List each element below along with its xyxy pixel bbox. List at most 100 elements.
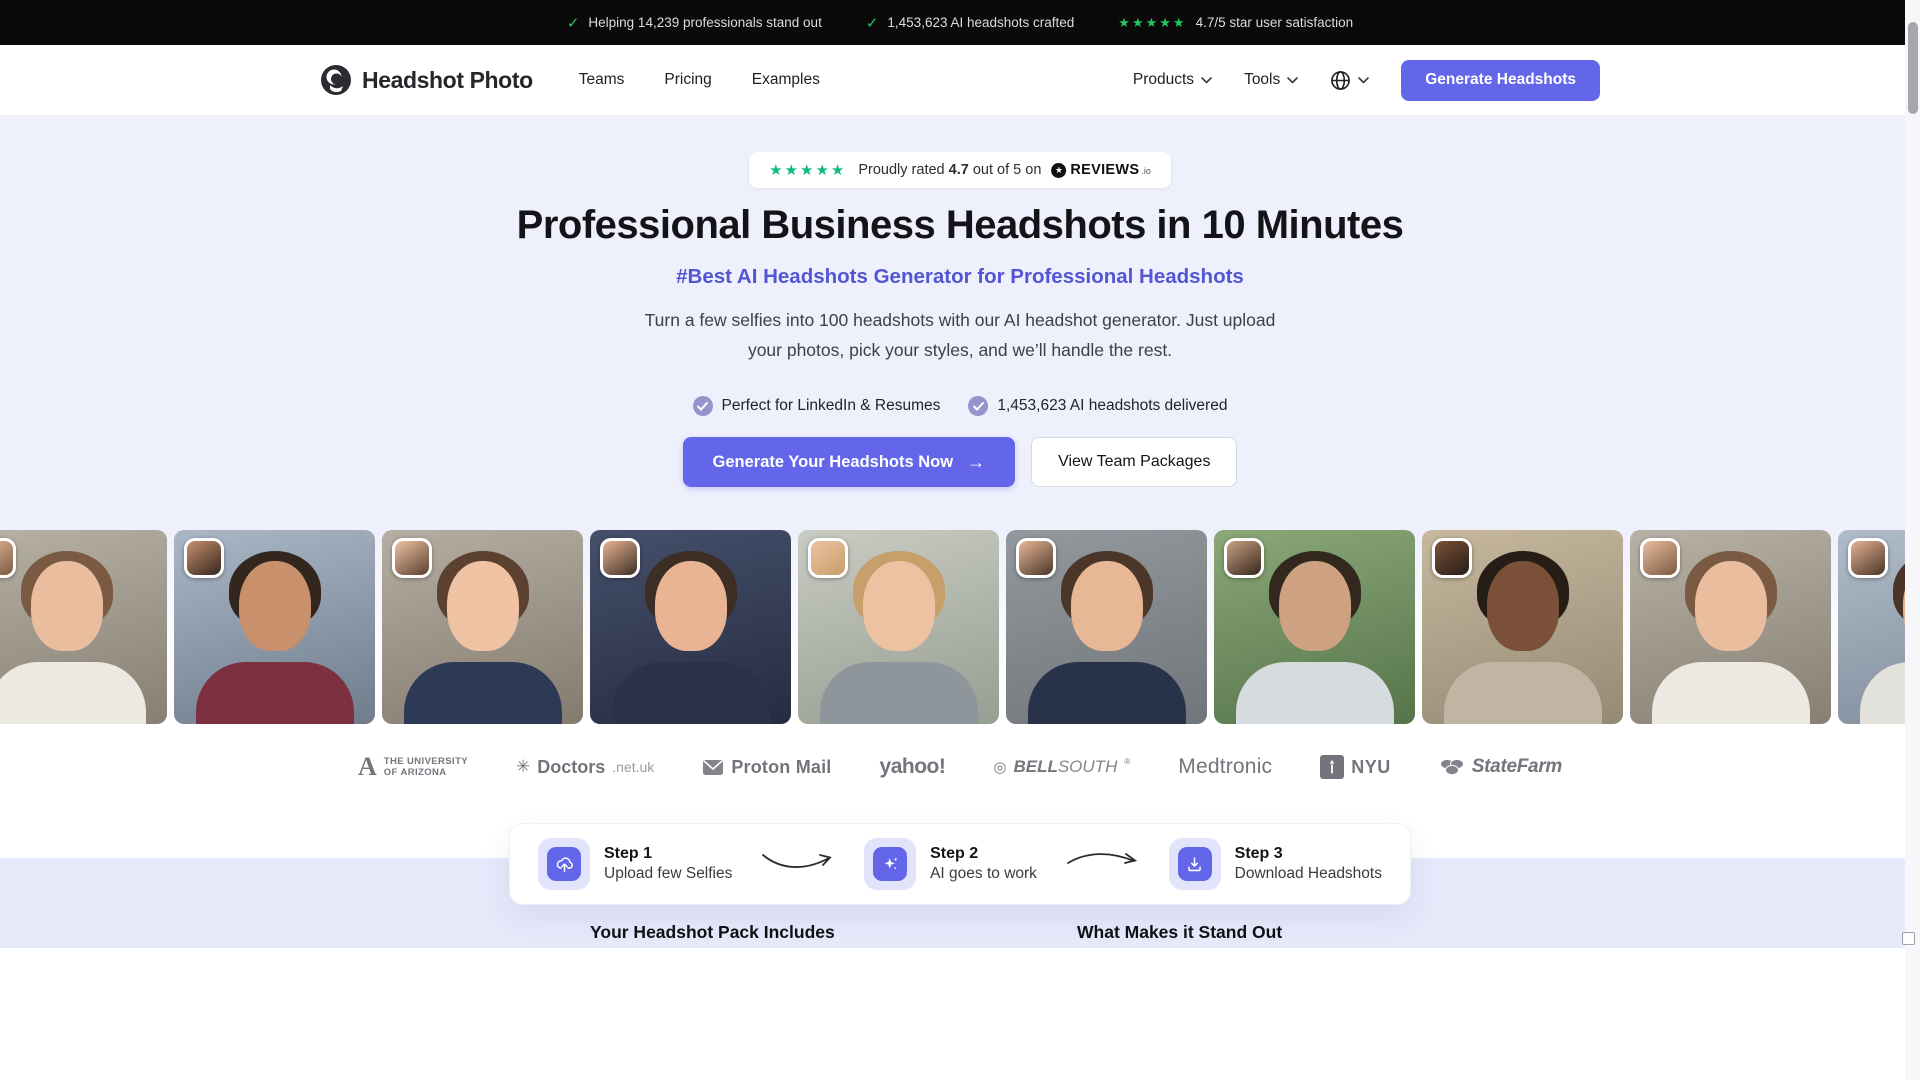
logo-bellsouth: ◎ BELLSOUTH ®: [993, 757, 1130, 777]
main-nav: Teams Pricing Examples: [579, 71, 820, 89]
face-shape: [31, 561, 103, 651]
envelope-icon: [702, 759, 724, 776]
bellsouth-circle-icon: ◎: [993, 758, 1006, 776]
nyu-torch-icon: [1320, 755, 1344, 779]
logo-nyu: NYU: [1320, 755, 1391, 779]
headshot-card: [174, 530, 375, 724]
menu-tools[interactable]: Tools: [1244, 71, 1298, 89]
upload-icon-frame: [538, 838, 590, 890]
face-shape: [1487, 561, 1559, 651]
face-shape: [447, 561, 519, 651]
section-heading-pack-includes: Your Headshot Pack Includes: [590, 922, 835, 943]
topbar-stat-professionals: ✓ Helping 14,239 professionals stand out: [567, 14, 822, 32]
face-shape: [1695, 561, 1767, 651]
language-selector[interactable]: [1330, 70, 1369, 91]
topbar-stat-text: 1,453,623 AI headshots crafted: [887, 15, 1074, 30]
headshot-photo: [0, 530, 167, 724]
below-fold-whitespace: [0, 948, 1920, 1080]
generate-headshots-button[interactable]: Generate Headshots: [1401, 60, 1600, 101]
step-3: Step 3 Download Headshots: [1169, 838, 1382, 890]
reviewsio-logo: ★ REVIEWS .io: [1051, 162, 1151, 178]
hero-subtitle: #Best AI Headshots Generator for Profess…: [0, 265, 1920, 289]
selfie-thumbnail: [808, 538, 848, 578]
step-1: Step 1 Upload few Selfies: [538, 838, 732, 890]
ai-icon-frame: [864, 838, 916, 890]
face-shape: [1279, 561, 1351, 651]
selfie-thumbnail: [1224, 538, 1264, 578]
shoulders-shape: [0, 662, 146, 724]
headshot-card: [1214, 530, 1415, 724]
view-team-packages-button[interactable]: View Team Packages: [1031, 437, 1237, 487]
gear-icon: ✳: [516, 757, 530, 777]
scroll-corner-widget: [1902, 932, 1915, 945]
page: ✓ Helping 14,239 professionals stand out…: [0, 0, 1920, 1080]
hero-description: Turn a few selfies into 100 headshots wi…: [0, 305, 1920, 365]
generate-your-headshots-button[interactable]: Generate Your Headshots Now →: [683, 437, 1016, 487]
step-2: Step 2 AI goes to work: [864, 838, 1037, 890]
check-item-linkedin: Perfect for LinkedIn & Resumes: [693, 396, 941, 416]
stars-icon: ★★★★★: [769, 161, 846, 179]
download-icon: [1178, 847, 1212, 881]
selfie-thumbnail: [184, 538, 224, 578]
chevron-down-icon: [1201, 77, 1212, 84]
selfie-thumbnail: [1016, 538, 1056, 578]
globe-icon: [1330, 70, 1351, 91]
statefarm-ovals-icon: [1439, 758, 1465, 776]
nav-examples[interactable]: Examples: [752, 71, 820, 89]
page-scrollbar[interactable]: [1905, 0, 1920, 1080]
shoulders-shape: [404, 662, 562, 724]
carousel-track: [0, 530, 1920, 724]
step-label: Step 1: [604, 845, 732, 863]
reviews-rating-badge[interactable]: ★★★★★ Proudly rated 4.7 out of 5 on ★ RE…: [749, 152, 1171, 188]
shoulders-shape: [1652, 662, 1810, 724]
nav-teams[interactable]: Teams: [579, 71, 625, 89]
nav-pricing[interactable]: Pricing: [664, 71, 711, 89]
check-circle-icon: [693, 396, 713, 416]
selfie-thumbnail: [1640, 538, 1680, 578]
step-label: Step 2: [930, 845, 1037, 863]
hero-checklist: Perfect for LinkedIn & Resumes 1,453,623…: [0, 396, 1920, 416]
how-it-works-card: Step 1 Upload few Selfies Ste: [509, 823, 1411, 905]
step-text: Upload few Selfies: [604, 865, 732, 883]
arizona-block-a-icon: A: [358, 754, 377, 780]
selfie-thumbnail: [1432, 538, 1472, 578]
reviewsio-star-icon: ★: [1051, 163, 1066, 178]
shoulders-shape: [1444, 662, 1602, 724]
selfie-thumbnail: [392, 538, 432, 578]
topbar-stat-text: 4.7/5 star user satisfaction: [1196, 15, 1354, 30]
chevron-down-icon: [1358, 77, 1369, 84]
headshot-card: [1006, 530, 1207, 724]
headshot-card: [382, 530, 583, 724]
selfie-thumbnail: [0, 538, 16, 578]
check-icon: ✓: [567, 14, 580, 32]
menu-products-label: Products: [1133, 71, 1194, 89]
headshot-card: [1422, 530, 1623, 724]
rating-value: 4.7: [949, 162, 969, 178]
menu-products[interactable]: Products: [1133, 71, 1212, 89]
curved-arrow-icon: [1064, 847, 1142, 875]
selfie-thumbnail: [1848, 538, 1888, 578]
logo-doctors-net-uk: ✳ Doctors.net.uk: [516, 757, 654, 778]
hero-section: ★★★★★ Proudly rated 4.7 out of 5 on ★ RE…: [0, 115, 1920, 530]
announcement-bar: ✓ Helping 14,239 professionals stand out…: [0, 0, 1920, 45]
shoulders-shape: [1028, 662, 1186, 724]
arrow-right-icon: →: [967, 452, 985, 473]
logo-proton-mail: Proton Mail: [702, 757, 831, 778]
primary-cta-label: Generate Your Headshots Now: [713, 453, 954, 472]
step-text: AI goes to work: [930, 865, 1037, 883]
topbar-stat-rating: ★★★★★ 4.7/5 star user satisfaction: [1118, 15, 1353, 31]
scrollbar-thumb[interactable]: [1908, 22, 1918, 114]
headshot-card: [0, 530, 167, 724]
shoulders-shape: [196, 662, 354, 724]
shoulders-shape: [1236, 662, 1394, 724]
face-shape: [655, 561, 727, 651]
logo-medtronic: Medtronic: [1178, 755, 1272, 779]
brand-logo[interactable]: Headshot Photo: [320, 64, 533, 96]
topbar-stat-headshots: ✓ 1,453,623 AI headshots crafted: [866, 14, 1074, 32]
face-shape: [863, 561, 935, 651]
logo-state-farm: StateFarm: [1439, 756, 1562, 778]
section-heading-stand-out: What Makes it Stand Out: [1077, 922, 1282, 943]
headshot-carousel[interactable]: [0, 530, 1920, 726]
check-item-delivered: 1,453,623 AI headshots delivered: [968, 396, 1227, 416]
selfie-thumbnail: [600, 538, 640, 578]
